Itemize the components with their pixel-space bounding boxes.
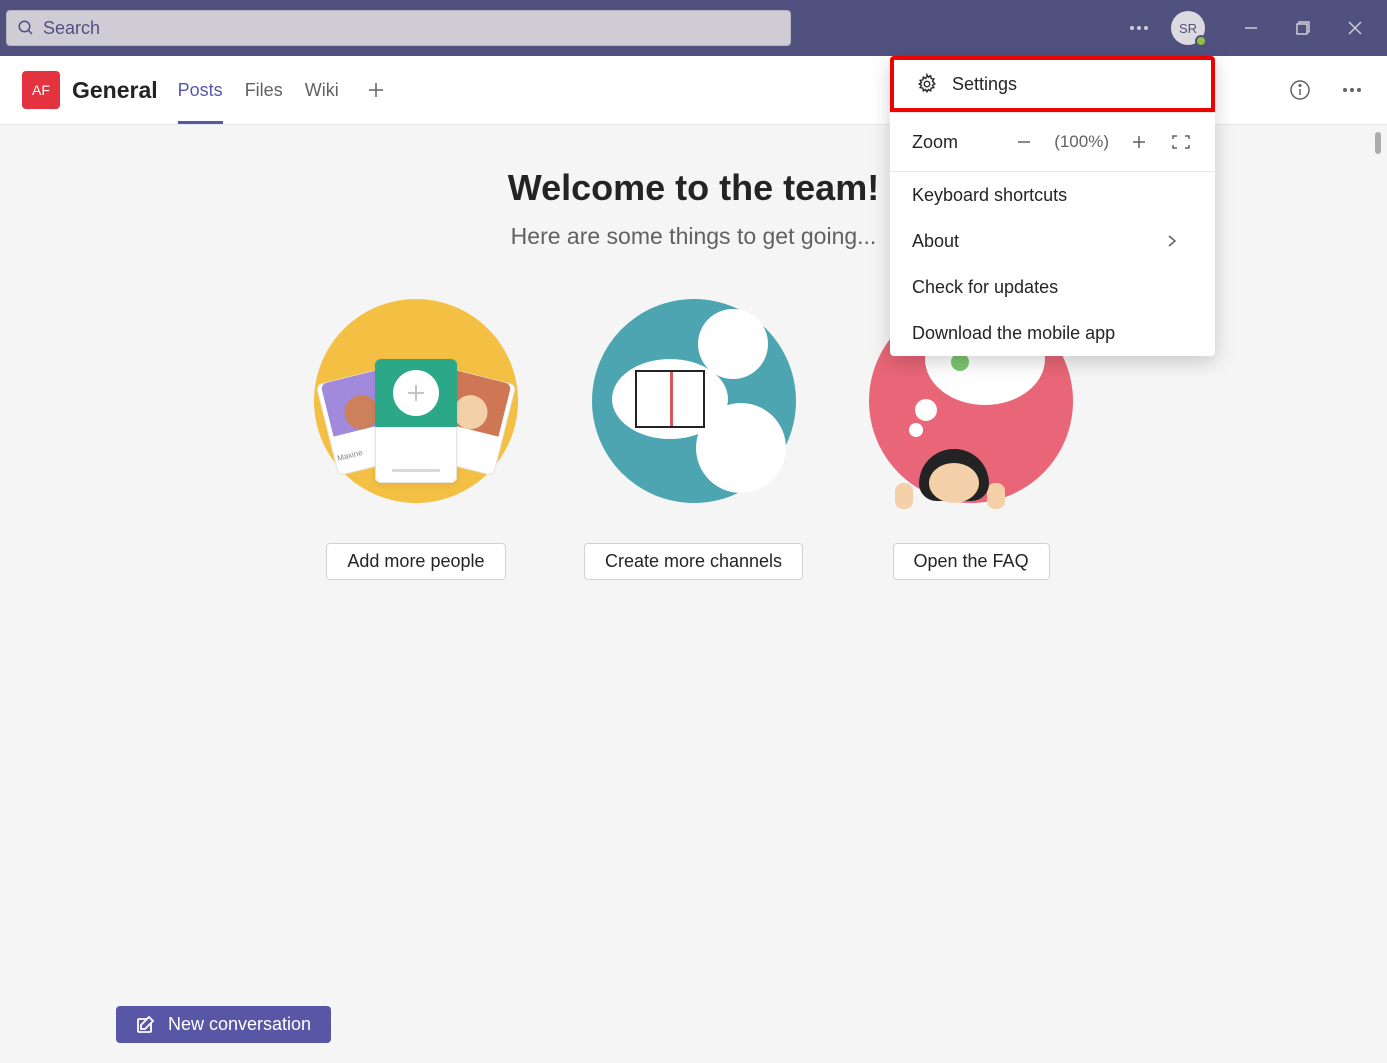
zoom-percentage: (100%) <box>1054 132 1109 152</box>
avatar-initials: SR <box>1179 21 1197 36</box>
fullscreen-button[interactable] <box>1169 130 1193 154</box>
menu-check-updates[interactable]: Check for updates <box>890 264 1215 310</box>
header-more-button[interactable] <box>1113 0 1165 56</box>
scrollbar-thumb[interactable] <box>1375 132 1381 154</box>
card-add-people: Maxine Add more people <box>314 299 518 580</box>
search-box[interactable] <box>6 10 791 46</box>
app-menu: Settings Zoom (100%) Keyboard shortcuts … <box>890 56 1215 356</box>
menu-zoom: Zoom (100%) <box>890 112 1215 172</box>
info-icon <box>1289 79 1311 101</box>
menu-about-label: About <box>912 231 959 252</box>
channel-name: General <box>72 77 158 104</box>
maximize-button[interactable] <box>1277 0 1329 56</box>
info-button[interactable] <box>1285 75 1315 105</box>
minimize-button[interactable] <box>1225 0 1277 56</box>
ellipsis-icon <box>1130 26 1148 30</box>
menu-settings[interactable]: Settings <box>890 56 1215 112</box>
new-conversation-label: New conversation <box>168 1014 311 1035</box>
fullscreen-icon <box>1172 135 1190 149</box>
menu-keyboard-label: Keyboard shortcuts <box>912 185 1067 206</box>
menu-mobile-label: Download the mobile app <box>912 323 1115 344</box>
add-people-button[interactable]: Add more people <box>326 543 505 580</box>
plus-icon <box>367 81 385 99</box>
avatar[interactable]: SR <box>1171 11 1205 45</box>
new-conversation-button[interactable]: New conversation <box>116 1006 331 1043</box>
add-people-illustration: Maxine <box>314 299 518 503</box>
plus-icon <box>1131 134 1147 150</box>
menu-settings-label: Settings <box>952 74 1017 95</box>
menu-download-mobile[interactable]: Download the mobile app <box>890 310 1215 356</box>
tab-posts[interactable]: Posts <box>178 56 223 124</box>
add-tab-button[interactable] <box>361 75 391 105</box>
maximize-icon <box>1296 21 1310 35</box>
card-create-channels: Create more channels <box>584 299 803 580</box>
team-tile[interactable]: AF <box>22 71 60 109</box>
titlebar: SR <box>0 0 1387 56</box>
search-input[interactable] <box>43 18 780 39</box>
tab-files[interactable]: Files <box>245 56 283 124</box>
zoom-label: Zoom <box>912 132 958 153</box>
menu-keyboard-shortcuts[interactable]: Keyboard shortcuts <box>890 172 1215 218</box>
ellipsis-icon <box>1343 88 1361 92</box>
presence-indicator <box>1195 35 1207 47</box>
menu-about[interactable]: About <box>890 218 1215 264</box>
compose-icon <box>136 1015 156 1035</box>
tab-wiki[interactable]: Wiki <box>305 56 339 124</box>
close-button[interactable] <box>1329 0 1381 56</box>
zoom-out-button[interactable] <box>1012 130 1036 154</box>
chevron-right-icon <box>1165 234 1179 248</box>
menu-updates-label: Check for updates <box>912 277 1058 298</box>
minus-icon <box>1016 134 1032 150</box>
search-icon <box>17 19 35 37</box>
create-channels-button[interactable]: Create more channels <box>584 543 803 580</box>
zoom-in-button[interactable] <box>1127 130 1151 154</box>
create-channels-illustration <box>592 299 796 503</box>
close-icon <box>1348 21 1362 35</box>
channel-more-button[interactable] <box>1337 75 1367 105</box>
open-faq-button[interactable]: Open the FAQ <box>893 543 1050 580</box>
gear-icon <box>916 73 938 95</box>
tab-list: Posts Files Wiki <box>178 56 391 124</box>
minimize-icon <box>1244 21 1258 35</box>
